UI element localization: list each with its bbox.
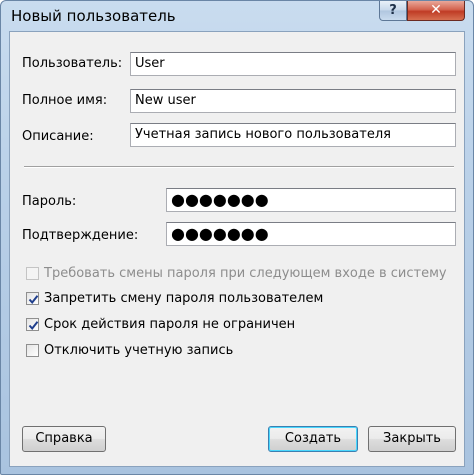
confirm-password-input[interactable]: ●●●●●●● bbox=[166, 222, 456, 246]
password-label: Пароль: bbox=[22, 194, 77, 209]
password-never-expires-label: Срок действия пароля не ограничен bbox=[44, 317, 296, 332]
confirm-label: Подтверждение: bbox=[22, 228, 139, 243]
cannot-change-password-label: Запретить смену пароля пользователем bbox=[44, 291, 324, 306]
check-icon bbox=[28, 295, 39, 305]
cannot-change-password-checkbox[interactable] bbox=[26, 292, 39, 305]
create-button[interactable]: Создать bbox=[268, 426, 358, 452]
password-input[interactable]: ●●●●●●● bbox=[166, 188, 456, 212]
dialog-content: Пользователь: User Полное имя: New user … bbox=[9, 31, 465, 467]
user-input[interactable]: User bbox=[130, 52, 456, 76]
full-name-label: Полное имя: bbox=[22, 93, 108, 108]
question-icon: ? bbox=[389, 3, 397, 18]
account-disabled-checkbox[interactable] bbox=[26, 344, 39, 357]
password-never-expires-option[interactable]: Срок действия пароля не ограничен bbox=[26, 317, 456, 335]
cannot-change-password-option[interactable]: Запретить смену пароля пользователем bbox=[26, 291, 456, 309]
account-disabled-option[interactable]: Отключить учетную запись bbox=[26, 343, 456, 361]
description-input[interactable]: Учетная запись нового пользователя bbox=[130, 123, 456, 147]
help-button[interactable]: Справка bbox=[22, 426, 106, 452]
close-button[interactable]: Закрыть bbox=[368, 426, 456, 452]
title-bar[interactable]: Новый пользователь ? ✕ bbox=[1, 1, 473, 31]
title-close-button[interactable]: ✕ bbox=[407, 1, 465, 21]
dialog-window: Новый пользователь ? ✕ Пользователь: Use… bbox=[0, 0, 474, 475]
close-icon: ✕ bbox=[430, 2, 442, 18]
description-label: Описание: bbox=[22, 129, 94, 144]
must-change-password-label: Требовать смены пароля при следующем вхо… bbox=[44, 266, 447, 281]
check-icon bbox=[28, 321, 39, 331]
full-name-input[interactable]: New user bbox=[130, 89, 456, 113]
user-label: Пользователь: bbox=[22, 56, 123, 71]
separator bbox=[24, 166, 454, 168]
account-disabled-label: Отключить учетную запись bbox=[44, 343, 234, 358]
must-change-password-option[interactable]: Требовать смены пароля при следующем вхо… bbox=[26, 266, 456, 284]
title-help-button[interactable]: ? bbox=[379, 1, 407, 21]
must-change-password-checkbox[interactable] bbox=[26, 267, 39, 280]
window-title: Новый пользователь bbox=[11, 7, 176, 25]
password-never-expires-checkbox[interactable] bbox=[26, 318, 39, 331]
